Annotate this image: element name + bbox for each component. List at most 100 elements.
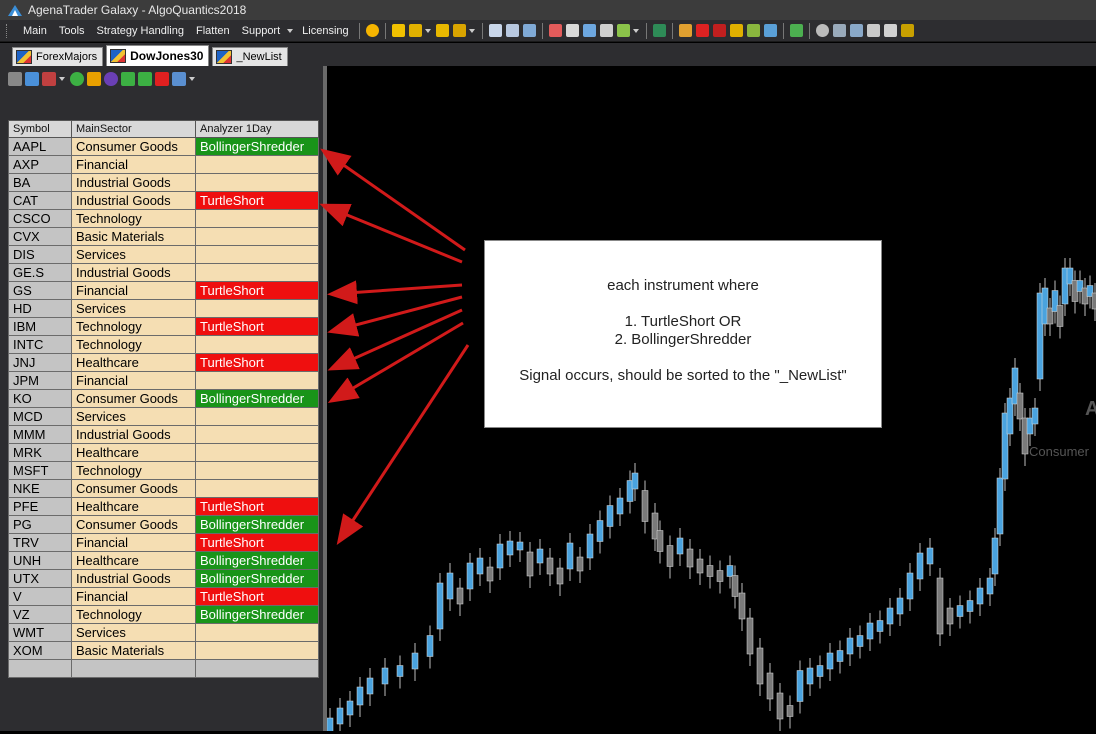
order-alt-icon[interactable] (452, 24, 466, 37)
cell-mainsector[interactable]: Financial (71, 371, 196, 390)
import-icon[interactable] (42, 72, 56, 86)
page-icon[interactable] (883, 24, 897, 37)
cell-analyzer[interactable]: BollingerShredder (195, 569, 319, 588)
column-header-mainsector[interactable]: MainSector (71, 120, 196, 138)
cell-mainsector[interactable]: Industrial Goods (71, 425, 196, 444)
table-row[interactable]: V Financial TurtleShort (8, 587, 319, 606)
cell-symbol[interactable]: AAPL (8, 137, 72, 156)
cell-symbol[interactable]: NKE (8, 479, 72, 498)
chart-buy-icon[interactable] (391, 24, 405, 37)
table-row[interactable]: BA Industrial Goods (8, 173, 319, 192)
cell-analyzer[interactable] (195, 227, 319, 246)
tab-dowjones30[interactable]: DowJones30 (106, 45, 210, 66)
cell-symbol[interactable]: DIS (8, 245, 72, 264)
cell-mainsector[interactable] (71, 659, 196, 678)
column-header-symbol[interactable]: Symbol (8, 120, 72, 138)
cell-analyzer[interactable] (195, 479, 319, 498)
cell-symbol[interactable]: MRK (8, 443, 72, 462)
cell-symbol[interactable]: XOM (8, 641, 72, 660)
export-icon[interactable] (763, 24, 777, 37)
document-icon[interactable] (582, 24, 596, 37)
cell-mainsector[interactable]: Services (71, 245, 196, 264)
cell-analyzer[interactable]: TurtleShort (195, 191, 319, 210)
cell-mainsector[interactable]: Healthcare (71, 497, 196, 516)
cell-symbol[interactable]: KO (8, 389, 72, 408)
cell-mainsector[interactable]: Consumer Goods (71, 137, 196, 156)
support-dropdown-icon[interactable] (287, 28, 294, 33)
cell-symbol[interactable]: V (8, 587, 72, 606)
table-row[interactable]: CVX Basic Materials (8, 227, 319, 246)
cell-mainsector[interactable]: Industrial Goods (71, 191, 196, 210)
cell-mainsector[interactable]: Basic Materials (71, 641, 196, 660)
cell-analyzer[interactable]: BollingerShredder (195, 515, 319, 534)
tools-icon[interactable] (866, 24, 880, 37)
cell-mainsector[interactable]: Services (71, 623, 196, 642)
add-instrument-icon[interactable] (25, 72, 39, 86)
cell-analyzer[interactable] (195, 623, 319, 642)
menu-grip[interactable] (6, 23, 11, 38)
cell-symbol[interactable]: CVX (8, 227, 72, 246)
cell-symbol[interactable]: VZ (8, 605, 72, 624)
menu-licensing[interactable]: Licensing (296, 25, 354, 37)
cell-mainsector[interactable]: Services (71, 407, 196, 426)
cell-symbol[interactable]: AXP (8, 155, 72, 174)
column-header-analyzer[interactable]: Analyzer 1Day (195, 120, 319, 138)
cell-symbol[interactable]: TRV (8, 533, 72, 552)
tab-forexmajors[interactable]: ForexMajors (12, 47, 104, 66)
user-icon[interactable] (849, 24, 863, 37)
table-row[interactable]: MCD Services (8, 407, 319, 426)
cell-mainsector[interactable]: Technology (71, 209, 196, 228)
dropdown-icon[interactable] (468, 28, 475, 33)
cell-mainsector[interactable]: Financial (71, 587, 196, 606)
table-row[interactable]: WMT Services (8, 623, 319, 642)
cell-symbol[interactable]: CAT (8, 191, 72, 210)
cell-symbol[interactable]: CSCO (8, 209, 72, 228)
collapse-icon[interactable] (8, 72, 22, 86)
cell-mainsector[interactable]: Technology (71, 605, 196, 624)
cell-symbol[interactable]: PFE (8, 497, 72, 516)
cell-mainsector[interactable]: Financial (71, 533, 196, 552)
table-row[interactable]: MRK Healthcare (8, 443, 319, 462)
cell-mainsector[interactable]: Technology (71, 317, 196, 336)
line-chart-icon[interactable] (548, 24, 562, 37)
cell-analyzer[interactable] (195, 209, 319, 228)
cell-analyzer[interactable]: TurtleShort (195, 281, 319, 300)
cell-mainsector[interactable]: Consumer Goods (71, 479, 196, 498)
dropdown-icon[interactable] (632, 28, 639, 33)
cell-mainsector[interactable]: Services (71, 299, 196, 318)
cell-symbol[interactable]: MSFT (8, 461, 72, 480)
stats-icon[interactable] (789, 24, 803, 37)
menu-tools[interactable]: Tools (53, 25, 91, 37)
cell-analyzer[interactable]: TurtleShort (195, 353, 319, 372)
delete-icon[interactable] (155, 72, 169, 86)
cell-symbol[interactable]: JPM (8, 371, 72, 390)
cell-mainsector[interactable]: Technology (71, 461, 196, 480)
cell-mainsector[interactable]: Industrial Goods (71, 173, 196, 192)
menu-main[interactable]: Main (17, 25, 53, 37)
table-row[interactable]: UNH Healthcare BollingerShredder (8, 551, 319, 570)
cell-symbol[interactable]: GS (8, 281, 72, 300)
cell-analyzer[interactable]: TurtleShort (195, 317, 319, 336)
table-row[interactable]: MMM Industrial Goods (8, 425, 319, 444)
cell-mainsector[interactable]: Financial (71, 281, 196, 300)
cell-analyzer[interactable]: TurtleShort (195, 497, 319, 516)
cell-symbol[interactable]: MMM (8, 425, 72, 444)
cell-symbol[interactable] (8, 659, 72, 678)
list-icon[interactable] (599, 24, 613, 37)
cell-analyzer[interactable]: BollingerShredder (195, 137, 319, 156)
multi-chart-icon[interactable] (565, 24, 579, 37)
cell-analyzer[interactable] (195, 641, 319, 660)
cell-symbol[interactable]: BA (8, 173, 72, 192)
cell-symbol[interactable]: GE.S (8, 263, 72, 282)
table-row[interactable]: PG Consumer Goods BollingerShredder (8, 515, 319, 534)
table-row[interactable]: GE.S Industrial Goods (8, 263, 319, 282)
table-row[interactable]: NKE Consumer Goods (8, 479, 319, 498)
copy-icon[interactable] (172, 72, 186, 86)
table-row[interactable]: MSFT Technology (8, 461, 319, 480)
table-row[interactable]: IBM Technology TurtleShort (8, 317, 319, 336)
table-row[interactable]: CSCO Technology (8, 209, 319, 228)
cell-symbol[interactable]: INTC (8, 335, 72, 354)
back-icon[interactable] (652, 24, 666, 37)
cell-analyzer[interactable]: BollingerShredder (195, 605, 319, 624)
table-row[interactable]: JPM Financial (8, 371, 319, 390)
